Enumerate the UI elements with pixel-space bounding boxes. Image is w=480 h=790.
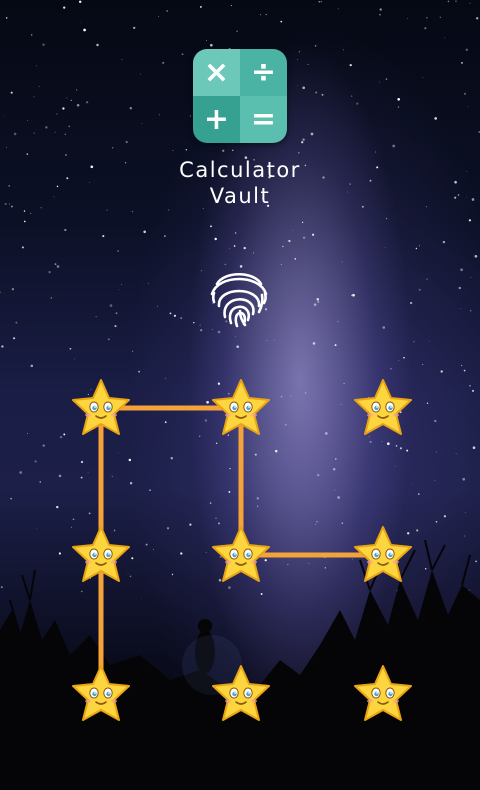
pattern-dot-4[interactable] [69,524,133,586]
pattern-dot-2[interactable] [209,377,273,439]
smiling-star-icon [354,665,412,721]
smiling-star-icon [212,665,270,721]
smiling-star-icon [72,665,130,721]
equals-symbol: = [240,96,287,143]
pattern-dot-3[interactable] [351,377,415,439]
pattern-lock-grid[interactable] [0,340,480,790]
fingerprint-icon[interactable] [204,262,274,332]
smiling-star-icon [212,526,270,582]
multiply-symbol: × [193,49,240,96]
smiling-star-icon [72,379,130,435]
plus-symbol: + [193,96,240,143]
smiling-star-icon [212,379,270,435]
smiling-star-icon [72,526,130,582]
lock-screen: × ÷ + = Calculator Vault [0,0,480,790]
app-title-line2: Vault [209,184,271,208]
smiling-star-icon [354,526,412,582]
pattern-dot-7[interactable] [69,663,133,725]
app-title-line1: Calculator [179,158,301,182]
pattern-dot-6[interactable] [351,524,415,586]
pattern-dot-9[interactable] [351,663,415,725]
pattern-dot-1[interactable] [69,377,133,439]
pattern-dot-8[interactable] [209,663,273,725]
calculator-vault-logo: × ÷ + = [193,49,287,143]
smiling-star-icon [354,379,412,435]
pattern-dot-5[interactable] [209,524,273,586]
divide-symbol: ÷ [240,49,287,96]
